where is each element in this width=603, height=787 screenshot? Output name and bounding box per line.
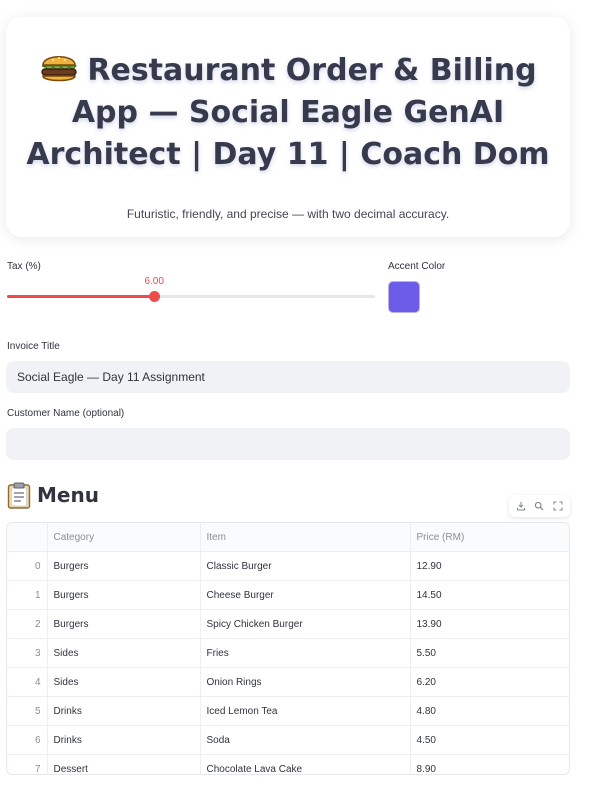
- menu-table[interactable]: Category Item Price (RM) 0 Burgers Class…: [6, 522, 570, 775]
- page-subtitle: Futuristic, friendly, and precise — with…: [126, 207, 450, 221]
- row-index: 2: [7, 609, 48, 639]
- price-cell[interactable]: 6.20: [410, 667, 569, 697]
- category-cell[interactable]: Sides: [47, 638, 201, 668]
- item-cell[interactable]: Fries: [200, 638, 411, 668]
- row-index: 3: [7, 638, 48, 668]
- tax-label: Tax (%): [7, 261, 41, 272]
- burger-icon: [41, 55, 78, 82]
- category-cell[interactable]: Drinks: [47, 725, 201, 755]
- category-cell[interactable]: Dessert: [47, 754, 201, 774]
- item-cell[interactable]: Chocolate Lava Cake: [200, 754, 411, 774]
- table-row[interactable]: 3 Sides Fries 5.50: [7, 638, 569, 668]
- invoice-title-label: Invoice Title: [7, 341, 60, 352]
- row-index: 4: [7, 667, 48, 697]
- item-cell[interactable]: Iced Lemon Tea: [200, 696, 411, 726]
- table-row[interactable]: 2 Burgers Spicy Chicken Burger 13.90: [7, 609, 569, 639]
- menu-heading-text: Menu: [37, 483, 99, 507]
- item-cell[interactable]: Soda: [200, 725, 411, 755]
- customer-name-label: Customer Name (optional): [7, 408, 125, 419]
- price-cell[interactable]: 4.80: [410, 696, 569, 726]
- item-cell[interactable]: Cheese Burger: [200, 580, 411, 610]
- row-index: 1: [7, 580, 48, 610]
- price-cell[interactable]: 14.50: [410, 580, 569, 610]
- table-toolbar: [509, 495, 570, 517]
- table-row[interactable]: 1 Burgers Cheese Burger 14.50: [7, 580, 569, 610]
- search-icon: [535, 501, 544, 511]
- table-row[interactable]: 7 Dessert Chocolate Lava Cake 8.90: [7, 754, 569, 775]
- price-cell[interactable]: 5.50: [410, 638, 569, 668]
- item-header[interactable]: Item: [200, 523, 411, 552]
- row-index: 6: [7, 725, 48, 755]
- row-index: 7: [7, 754, 48, 774]
- category-header[interactable]: Category: [47, 523, 201, 552]
- title-text: Restaurant Order & Billing App — Social …: [26, 53, 550, 172]
- price-cell[interactable]: 13.90: [410, 609, 569, 639]
- menu-heading: Menu: [7, 480, 99, 510]
- item-cell[interactable]: Classic Burger: [200, 551, 411, 581]
- row-index: 0: [7, 551, 48, 581]
- category-cell[interactable]: Drinks: [47, 696, 201, 726]
- category-cell[interactable]: Sides: [47, 667, 201, 697]
- table-row[interactable]: 5 Drinks Iced Lemon Tea 4.80: [7, 696, 569, 726]
- accent-color-label: Accent Color: [388, 261, 446, 272]
- tax-slider-fill: [7, 295, 155, 298]
- table-header-row: Category Item Price (RM): [7, 523, 569, 552]
- customer-name-input[interactable]: [6, 428, 570, 460]
- category-cell[interactable]: Burgers: [47, 551, 201, 581]
- price-header[interactable]: Price (RM): [410, 523, 569, 552]
- table-row[interactable]: 4 Sides Onion Rings 6.20: [7, 667, 569, 697]
- item-cell[interactable]: Onion Rings: [200, 667, 411, 697]
- accent-color-picker[interactable]: [388, 281, 420, 313]
- fullscreen-icon: [553, 501, 563, 511]
- page-title: Restaurant Order & Billing App — Social …: [16, 50, 560, 176]
- row-index: 5: [7, 696, 48, 726]
- tax-slider-thumb[interactable]: [149, 291, 161, 302]
- fullscreen-button[interactable]: [551, 499, 565, 513]
- price-cell[interactable]: 12.90: [410, 551, 569, 581]
- tax-slider[interactable]: 6.00: [7, 276, 375, 302]
- price-cell[interactable]: 8.90: [410, 755, 569, 775]
- tax-slider-value: 6.00: [144, 276, 164, 287]
- app-page: Restaurant Order & Billing App — Social …: [0, 0, 603, 787]
- index-header: [7, 523, 48, 552]
- category-cell[interactable]: Burgers: [47, 580, 201, 610]
- table-row[interactable]: 0 Burgers Classic Burger 12.90: [7, 551, 569, 581]
- search-button[interactable]: [532, 499, 546, 513]
- download-icon: [517, 502, 526, 511]
- table-row[interactable]: 6 Drinks Soda 4.50: [7, 725, 569, 755]
- clipboard-icon: [7, 482, 31, 509]
- header-card: Restaurant Order & Billing App — Social …: [6, 17, 570, 237]
- item-cell[interactable]: Spicy Chicken Burger: [200, 609, 411, 639]
- category-cell[interactable]: Burgers: [47, 609, 201, 639]
- price-cell[interactable]: 4.50: [410, 725, 569, 755]
- invoice-title-input[interactable]: Social Eagle — Day 11 Assignment: [6, 361, 570, 393]
- download-button[interactable]: [514, 499, 528, 513]
